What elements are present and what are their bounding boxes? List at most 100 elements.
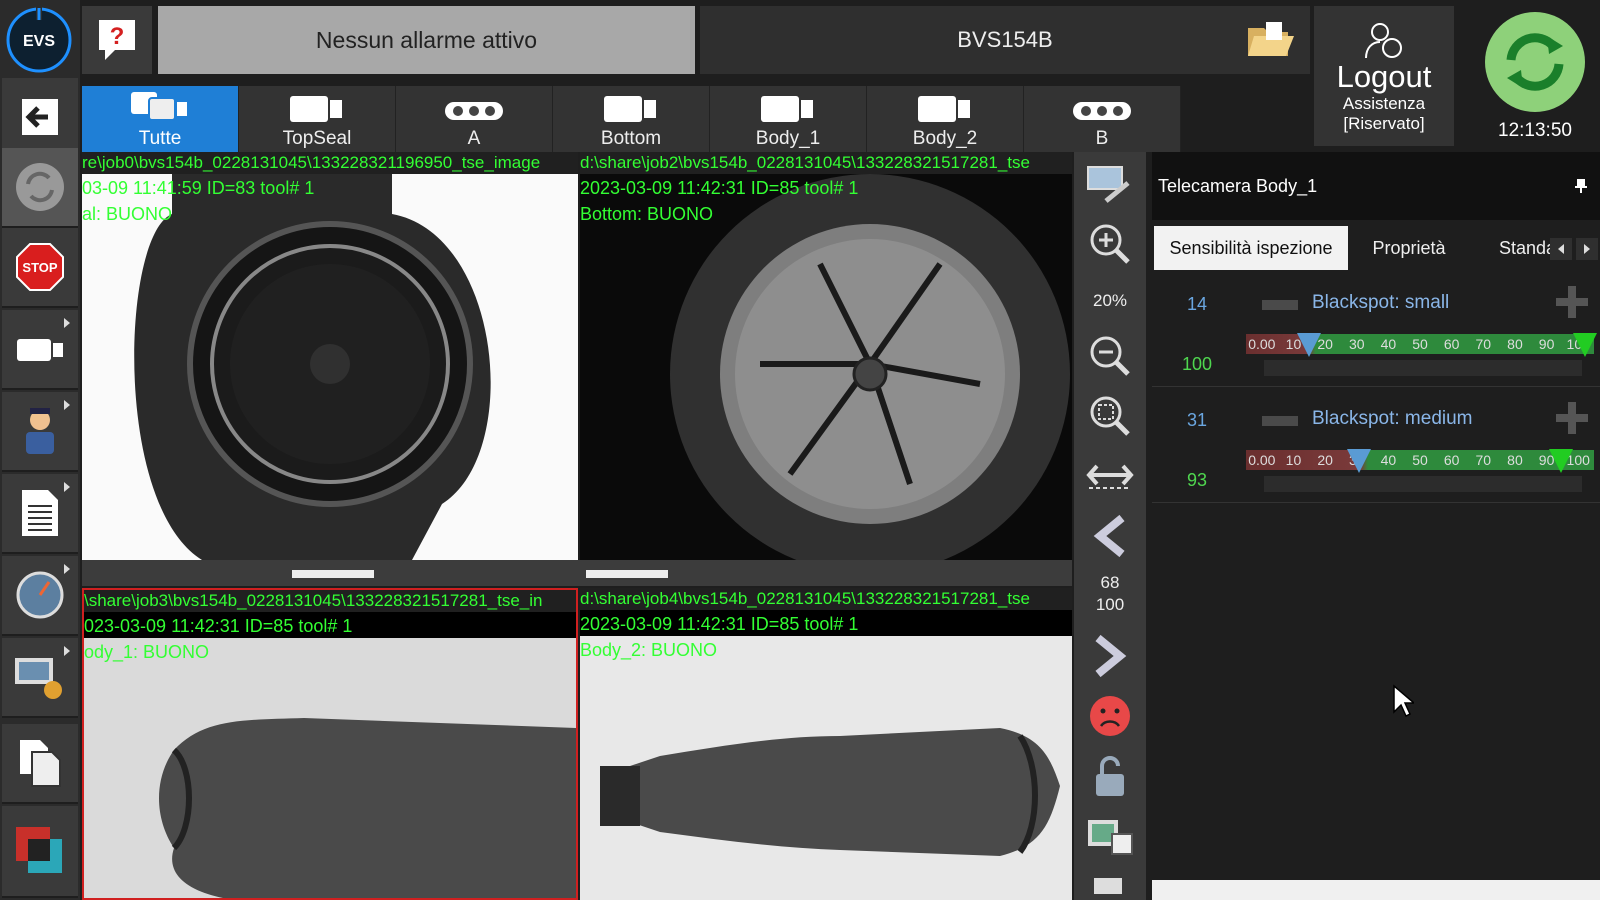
statistics-menu-button[interactable] xyxy=(2,556,78,636)
tab-bottom[interactable]: Bottom xyxy=(553,86,710,152)
image-counter-current: 68 xyxy=(1100,573,1120,592)
monitor-settings-icon xyxy=(15,658,62,699)
camera-menu-button[interactable] xyxy=(2,310,78,390)
low-threshold: 14 xyxy=(1186,294,1208,314)
reserved-label: [Riservato] xyxy=(1343,114,1425,133)
conveyor-icon xyxy=(445,102,503,120)
exit-button[interactable] xyxy=(2,78,78,158)
previous-image-button[interactable] xyxy=(1074,508,1146,564)
unlock-icon xyxy=(1096,756,1124,796)
tab-tutte[interactable]: Tutte xyxy=(82,86,239,152)
tab-b[interactable]: B xyxy=(1024,86,1181,152)
zoom-fit-icon xyxy=(1090,396,1130,436)
tab-label: Body_2 xyxy=(912,128,978,149)
clock-time: 12:13:50 xyxy=(1498,120,1572,141)
image-panel-topseal[interactable]: re\job0\bvs154b_0228131045\1332283211969… xyxy=(82,152,578,560)
zoom-in-icon xyxy=(1090,224,1130,264)
recipe-bar[interactable]: BVS154B xyxy=(700,6,1310,74)
folder-open-icon[interactable] xyxy=(1246,20,1296,60)
refresh-side-button[interactable] xyxy=(2,148,78,228)
more-tools-button[interactable] xyxy=(1074,868,1146,900)
zoom-in-button[interactable] xyxy=(1074,216,1146,272)
camera-settings-panel: Telecamera Body_1 Sensibilità ispezione … xyxy=(1152,152,1600,900)
tab-scroll-right-button[interactable] xyxy=(1576,238,1598,260)
pin-icon[interactable] xyxy=(1574,178,1588,194)
tab-label: TopSeal xyxy=(282,128,352,149)
tab-label: Tutte xyxy=(138,128,182,149)
tab-scroll-left-button[interactable] xyxy=(1550,238,1572,260)
copy-files-button[interactable] xyxy=(2,724,78,804)
clock-panel[interactable]: 12:13:50 xyxy=(1470,6,1600,146)
window-switch-button[interactable] xyxy=(2,806,78,898)
plus-icon[interactable] xyxy=(1554,400,1590,436)
camera-settings-button[interactable] xyxy=(1074,156,1146,212)
zoom-fit-button[interactable] xyxy=(1074,388,1146,444)
report-menu-button[interactable] xyxy=(2,474,78,554)
inspection-image xyxy=(580,636,1072,900)
panel-footer xyxy=(1152,880,1600,900)
zoom-out-button[interactable] xyxy=(1074,328,1146,384)
help-icon: ? xyxy=(99,20,135,60)
sensitivity-scale: 0.00102030405060708090100 xyxy=(1248,452,1590,468)
tab-label: Proprietà xyxy=(1372,237,1446,258)
panel-scrollbar[interactable] xyxy=(292,570,374,578)
enable-toggle[interactable] xyxy=(1262,416,1298,426)
fit-width-button[interactable] xyxy=(1074,452,1146,498)
tab-properties[interactable]: Proprietà xyxy=(1350,226,1468,270)
high-threshold-handle[interactable] xyxy=(1548,448,1574,474)
low-threshold: 31 xyxy=(1186,410,1208,430)
reject-filter-button[interactable] xyxy=(1074,688,1146,744)
fit-width-icon xyxy=(1086,464,1134,489)
panel-scrollbar[interactable] xyxy=(586,570,668,578)
chevron-right-icon xyxy=(1095,634,1127,678)
image-panel-body-1[interactable]: \share\job3\bvs154b_0228131045\133228321… xyxy=(82,588,578,900)
image-result: ody_1: BUONO xyxy=(84,642,210,662)
high-threshold: 100 xyxy=(1181,354,1213,374)
tab-standard[interactable]: Standar xyxy=(1470,226,1562,270)
lock-button[interactable] xyxy=(1074,748,1146,804)
image-info: 023-03-09 11:42:31 ID=85 tool# 1 xyxy=(84,616,353,636)
tab-body-2[interactable]: Body_2 xyxy=(867,86,1024,152)
tab-a[interactable]: A xyxy=(396,86,553,152)
tab-topseal[interactable]: TopSeal xyxy=(239,86,396,152)
zoom-out-icon xyxy=(1090,336,1130,376)
help-button[interactable]: ? xyxy=(82,6,152,74)
sync-icon[interactable] xyxy=(1483,10,1587,114)
settings-menu-button[interactable] xyxy=(2,638,78,718)
gauge-icon xyxy=(16,571,64,619)
plus-icon[interactable] xyxy=(1554,284,1590,320)
document-icon xyxy=(22,490,58,536)
camera-icon xyxy=(918,96,970,122)
camera-icon xyxy=(17,339,63,361)
image-panel-bottom[interactable]: d:\share\job2\bvs154b_0228131045\1332283… xyxy=(580,152,1072,560)
sensitivity-scrollbar[interactable] xyxy=(1264,476,1582,492)
alarm-status-bar[interactable]: Nessun allarme attivo xyxy=(158,6,695,74)
camera-small-icon xyxy=(1094,878,1122,894)
image-info: 03-09 11:41:59 ID=83 tool# 1 xyxy=(82,178,315,198)
image-result: al: BUONO xyxy=(82,204,173,224)
chevron-right-icon xyxy=(1584,244,1590,254)
camera-icon xyxy=(604,96,656,122)
high-threshold: 93 xyxy=(1186,470,1208,490)
low-threshold-handle[interactable] xyxy=(1346,448,1372,474)
tab-sensitivity[interactable]: Sensibilità ispezione xyxy=(1154,226,1348,270)
tab-label: Sensibilità ispezione xyxy=(1169,237,1333,258)
operator-menu-button[interactable] xyxy=(2,392,78,472)
tab-body-1[interactable]: Body_1 xyxy=(710,86,867,152)
high-threshold-handle[interactable] xyxy=(1572,332,1598,358)
image-panel-body-2[interactable]: d:\share\job4\bvs154b_0228131045\1332283… xyxy=(580,588,1072,900)
next-image-button[interactable] xyxy=(1074,628,1146,684)
sensor-row-medium: 31 93 Blackspot: medium 0.00102030405060… xyxy=(1152,392,1600,503)
enable-toggle[interactable] xyxy=(1262,300,1298,310)
refresh-icon xyxy=(16,163,64,211)
stop-button[interactable]: STOP xyxy=(2,228,78,308)
save-images-button[interactable] xyxy=(1074,808,1146,864)
camera-wrench-icon xyxy=(1087,166,1130,203)
multi-camera-icon xyxy=(131,92,187,121)
sensitivity-scrollbar[interactable] xyxy=(1264,360,1582,376)
low-threshold-handle[interactable] xyxy=(1296,332,1322,358)
logout-button[interactable]: Logout Assistenza [Riservato] xyxy=(1314,6,1454,146)
sensor-name: Blackspot: small xyxy=(1312,292,1450,313)
recipe-name: BVS154B xyxy=(957,27,1053,52)
mouse-cursor-icon xyxy=(1393,684,1414,718)
